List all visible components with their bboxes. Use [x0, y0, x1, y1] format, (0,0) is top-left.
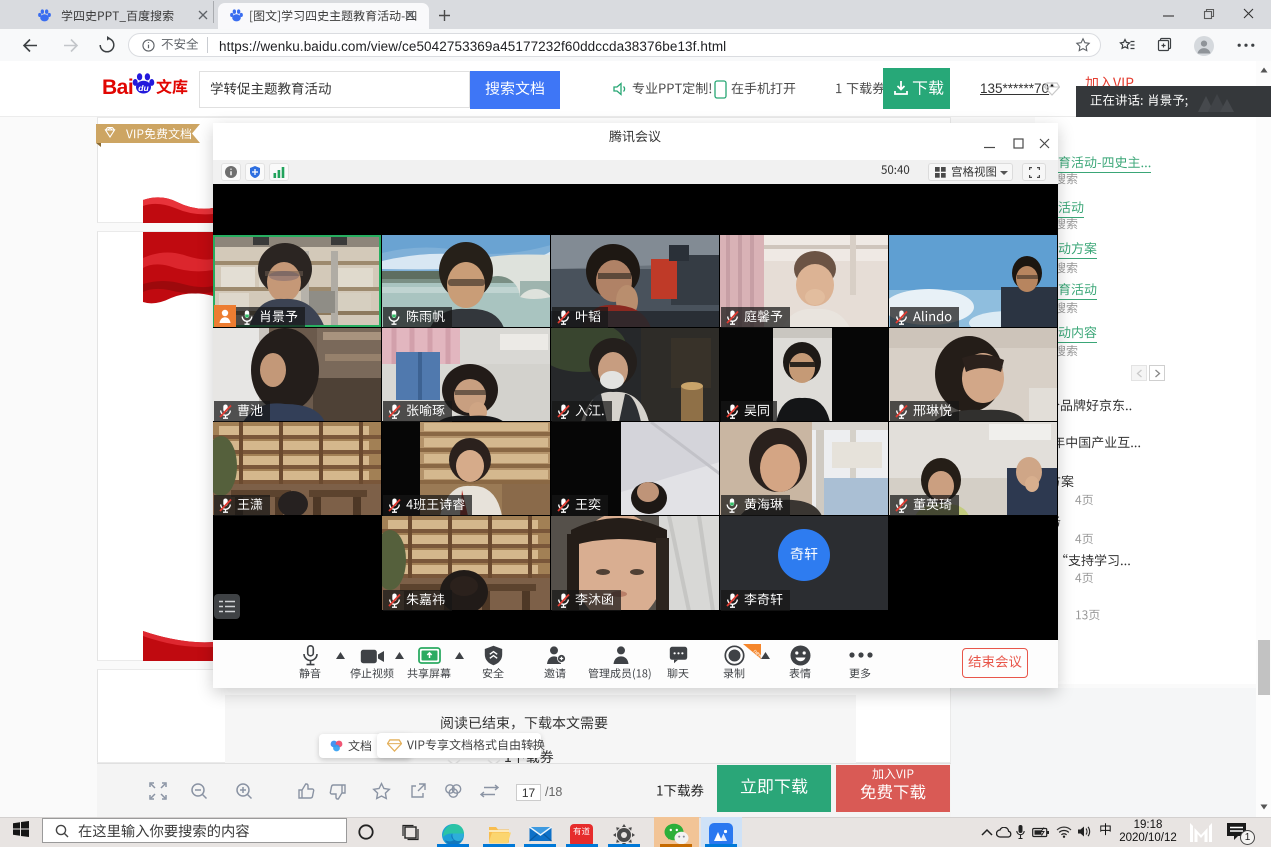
svg-text:du: du [138, 83, 149, 93]
